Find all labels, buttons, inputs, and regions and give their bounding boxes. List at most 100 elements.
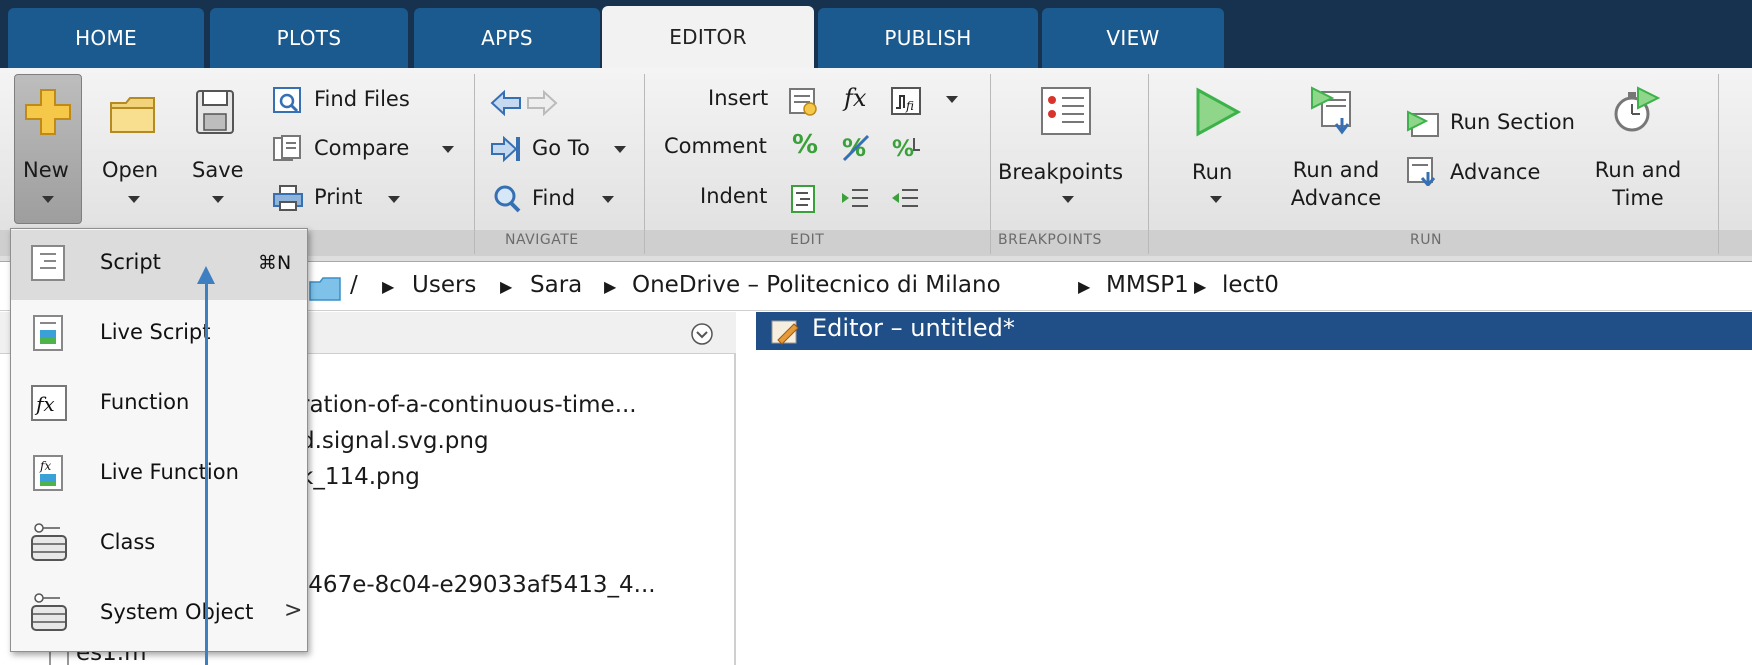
section-label-navigate: NAVIGATE [505, 232, 579, 248]
comment-icon[interactable]: % [792, 130, 818, 160]
floppy-disk-icon [196, 90, 234, 134]
breadcrumb-arrow-icon: ▶ [500, 277, 513, 296]
compare-button[interactable]: Compare [314, 136, 409, 160]
compare-icon [273, 135, 301, 161]
tab-publish[interactable]: PUBLISH [818, 8, 1038, 68]
run-play-icon [1196, 87, 1242, 137]
section-label-breakpoints: BREAKPOINTS [998, 232, 1102, 248]
smart-indent-icon[interactable] [790, 184, 818, 214]
menu-item-live-script-label: Live Script [100, 320, 211, 344]
chevron-down-icon[interactable] [388, 196, 400, 203]
ribbon-divider [644, 74, 645, 254]
section-label-run: RUN [1410, 232, 1442, 248]
insert-label: Insert [708, 86, 769, 110]
insert-function-icon[interactable]: fx [844, 84, 866, 112]
chevron-down-icon[interactable] [602, 196, 614, 203]
annotation-arrow-shaft [205, 276, 208, 665]
run-button[interactable]: Run [1192, 160, 1232, 184]
chevron-down-icon[interactable] [212, 196, 224, 203]
new-button-label: New [23, 158, 69, 182]
menu-item-script-label: Script [100, 250, 161, 274]
breadcrumb-mmsp1[interactable]: MMSP1 [1106, 272, 1189, 298]
menu-item-script-shortcut: ⌘N [258, 252, 292, 274]
file-list-item[interactable]: ration-of-a-continuous-time... [300, 392, 637, 418]
go-to-button[interactable]: Go To [532, 136, 590, 160]
advance-button[interactable]: Advance [1450, 160, 1540, 184]
editor-title: Editor – untitled* [812, 314, 1015, 342]
menu-item-system-object-label: System Object [100, 600, 254, 624]
file-list-item[interactable]: k_114.png [300, 464, 420, 490]
chevron-down-icon[interactable] [946, 96, 958, 103]
run-and-time-icon [1614, 86, 1661, 132]
breadcrumb-sara[interactable]: Sara [530, 272, 582, 298]
ribbon-divider [990, 74, 991, 254]
open-button[interactable]: Open [102, 158, 158, 182]
print-button[interactable]: Print [314, 185, 362, 209]
class-icon [31, 523, 67, 561]
increase-indent-icon[interactable] [840, 184, 870, 214]
find-button[interactable]: Find [532, 186, 575, 210]
breakpoints-icon [1041, 87, 1091, 135]
breadcrumb-arrow-icon: ▶ [1194, 277, 1207, 296]
uncomment-icon[interactable]: % [840, 132, 874, 164]
breakpoints-button[interactable]: Breakpoints [998, 160, 1123, 184]
folder-open-icon [110, 97, 155, 133]
chevron-down-icon[interactable] [442, 146, 454, 153]
go-to-icon [491, 135, 520, 163]
advance-icon [1407, 157, 1436, 186]
save-button[interactable]: Save [192, 158, 244, 182]
file-list-item[interactable]: d.signal.svg.png [300, 428, 489, 454]
new-plus-icon [25, 89, 71, 135]
breadcrumb-users[interactable]: Users [412, 272, 476, 298]
decrease-indent-icon[interactable] [890, 184, 920, 214]
run-and-time-button[interactable]: Run and [1590, 158, 1686, 182]
tab-plots[interactable]: PLOTS [210, 8, 408, 68]
live-script-icon [33, 315, 63, 351]
tab-apps[interactable]: APPS [414, 8, 600, 68]
script-icon [31, 245, 65, 281]
insert-section-icon[interactable] [788, 86, 818, 116]
tab-view[interactable]: VIEW [1042, 8, 1224, 68]
find-files-button[interactable]: Find Files [314, 87, 410, 111]
wrap-comments-icon[interactable]: % [890, 132, 924, 164]
back-forward-arrows-icon[interactable] [490, 88, 560, 118]
annotation-arrow-head-icon [197, 266, 215, 284]
tab-home[interactable]: HOME [8, 8, 204, 68]
chevron-down-icon[interactable] [128, 196, 140, 203]
ribbon-divider [1148, 74, 1149, 254]
svg-text:%: % [892, 137, 914, 162]
indent-label: Indent [700, 184, 768, 208]
run-section-icon [1407, 110, 1439, 137]
file-list-item[interactable]: -467e-8c04-e29033af5413_4... [300, 572, 656, 598]
live-function-icon: fx [33, 455, 63, 491]
panel-actions-chevron-icon[interactable] [690, 322, 714, 346]
find-files-icon [273, 87, 301, 113]
run-and-time-button-line2[interactable]: Time [1590, 186, 1686, 210]
run-section-button[interactable]: Run Section [1450, 110, 1575, 134]
menu-item-class-label: Class [100, 530, 156, 554]
tab-editor[interactable]: EDITOR [602, 6, 814, 68]
breadcrumb-arrow-icon: ▶ [604, 277, 617, 296]
find-magnifier-icon [494, 185, 521, 213]
ribbon-divider [1718, 74, 1719, 254]
chevron-down-icon[interactable] [1062, 196, 1074, 203]
run-and-advance-button[interactable]: Run and [1284, 158, 1388, 182]
chevron-down-icon [42, 196, 54, 203]
breadcrumb-arrow-icon: ▶ [382, 277, 395, 296]
submenu-arrow-icon: > [284, 598, 303, 623]
insert-fi-icon[interactable]: fi [890, 86, 922, 116]
system-object-icon [31, 593, 67, 631]
menu-item-function-label: Function [100, 390, 190, 414]
section-label-edit: EDIT [790, 232, 825, 248]
function-icon: fx [31, 385, 67, 421]
chevron-down-icon[interactable] [1210, 196, 1222, 203]
ribbon-divider [474, 74, 475, 254]
svg-text:fx: fx [39, 459, 51, 473]
run-and-advance-button-line2[interactable]: Advance [1284, 186, 1388, 210]
breadcrumb-root[interactable]: / [350, 272, 358, 298]
breadcrumb-onedrive[interactable]: OneDrive – Politecnico di Milano [632, 272, 1001, 298]
breadcrumb-lect0[interactable]: lect0 [1222, 272, 1279, 298]
folder-icon [309, 277, 341, 301]
run-and-advance-icon [1311, 86, 1351, 135]
chevron-down-icon[interactable] [614, 146, 626, 153]
